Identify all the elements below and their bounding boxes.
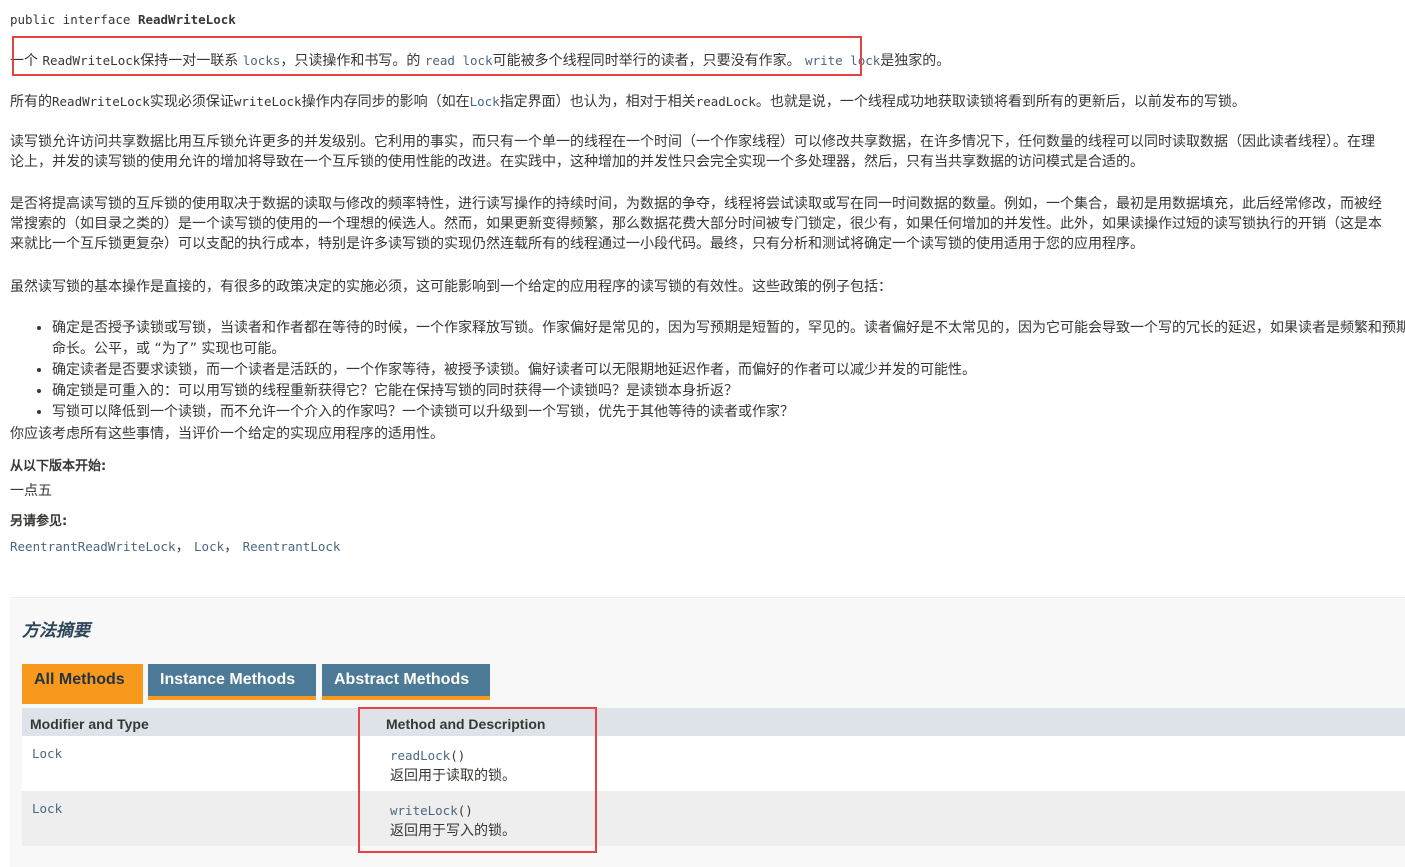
list-item: 确定是否授予读锁或写锁，当读者和作者都在等待的时候，一个作家释放写锁。作家偏好是… (52, 318, 1405, 360)
table-header: Modifier and Type Method and Description (22, 708, 1405, 736)
para2-text-5: 。也就是说，一个线程成功地获取读锁将看到所有的更新后，以前发布的写锁。 (755, 94, 1246, 110)
para2-text-3: 操作内存同步的影响（如在 (301, 94, 470, 110)
method-summary-title: 方法摘要 (22, 621, 90, 641)
intro-text-3: ，只读操作和书写。的 (280, 53, 425, 69)
see-also-separator: ， (224, 539, 239, 555)
method-summary: 方法摘要 All Methods Instance Methods Abstra… (10, 597, 1405, 867)
return-type-link[interactable]: Lock (32, 801, 62, 816)
column-header-method: Method and Description (386, 716, 546, 732)
para2-text-2: 实现必须保证 (149, 94, 234, 110)
method-parens: () (457, 803, 473, 818)
intro-text-1: 一个 (10, 53, 43, 69)
return-type-link[interactable]: Lock (32, 746, 62, 761)
method-description: 返回用于写入的锁。 (390, 823, 516, 839)
table-row: Lock readLock() 返回用于读取的锁。 (22, 736, 1405, 791)
method-cell: writeLock() 返回用于写入的锁。 (390, 801, 516, 841)
link-read-lock[interactable]: read lock (425, 53, 493, 68)
para2-code-readlock: readLock (695, 94, 756, 109)
method-description: 返回用于读取的锁。 (390, 768, 516, 784)
link-reentrantlock[interactable]: ReentrantLock (243, 539, 341, 554)
tab-abstract-methods[interactable]: Abstract Methods (322, 664, 490, 700)
interface-declaration: public interface ReadWriteLock (10, 12, 236, 27)
table-row: Lock writeLock() 返回用于写入的锁。 (22, 791, 1405, 846)
method-link-readlock[interactable]: readLock (390, 748, 450, 763)
see-also-links: ReentrantReadWriteLock， Lock， ReentrantL… (10, 536, 340, 556)
policies-intro-paragraph: 虽然读写锁的基本操作是直接的，有很多的政策决定的实施必须，这可能影响到一个给定的… (10, 279, 892, 295)
intro-text-5: 是独家的。 (880, 53, 951, 69)
concurrency-paragraph: 读写锁允许访问共享数据比用互斥锁允许更多的并发级别。它利用的事实，而只有一个单一… (10, 134, 1375, 170)
para2-code-writelock: writeLock (233, 94, 302, 109)
see-also-heading: 另请参见: (10, 514, 68, 529)
method-parens: () (450, 748, 466, 763)
column-header-modifier: Modifier and Type (30, 716, 149, 732)
list-item: 确定锁是可重入的：可以用写锁的线程重新获得它？它能在保持写锁的同时获得一个读锁吗… (52, 381, 1405, 402)
para2-code-readwritelock: ReadWriteLock (52, 94, 150, 109)
method-cell: readLock() 返回用于读取的锁。 (390, 746, 516, 786)
link-locks[interactable]: locks (243, 53, 281, 68)
para2-text-1: 所有的 (10, 94, 52, 110)
since-heading: 从以下版本开始: (10, 459, 107, 474)
intro-code-readwritelock: ReadWriteLock (42, 53, 141, 68)
closing-paragraph: 你应该考虑所有这些事情，当评价一个给定的实现应用程序的适用性。 (10, 426, 444, 442)
tab-instance-methods[interactable]: Instance Methods (148, 664, 316, 700)
link-lock-inline[interactable]: Lock (470, 94, 500, 109)
interface-name: ReadWriteLock (137, 12, 236, 27)
para2-text-4: 指定界面）也认为，相对于相关 (499, 94, 696, 110)
tab-all-methods[interactable]: All Methods (22, 664, 143, 704)
performance-paragraph: 是否将提高读写锁的互斥锁的使用取决于数据的读取与修改的频率特性，进行读写操作的持… (10, 196, 1382, 252)
see-also-separator: ， (175, 539, 190, 555)
link-write-lock[interactable]: write lock (805, 53, 880, 68)
intro-paragraph: 一个 ReadWriteLock保持一对一联系 locks，只读操作和书写。的 … (10, 51, 1385, 71)
memory-sync-paragraph: 所有的ReadWriteLock实现必须保证writeLock操作内存同步的影响… (10, 92, 1385, 112)
since-value: 一点五 (10, 483, 52, 499)
link-reentrantreadwritelock[interactable]: ReentrantReadWriteLock (10, 539, 176, 554)
declaration-prefix: public interface (10, 12, 138, 27)
link-lock[interactable]: Lock (194, 539, 224, 554)
list-item: 确定读者是否要求读锁，而一个读者是活跃的，一个作家等待，被授予读锁。偏好读者可以… (52, 360, 1405, 381)
policies-list: 确定是否授予读锁或写锁，当读者和作者都在等待的时候，一个作家释放写锁。作家偏好是… (10, 318, 1405, 423)
list-item: 写锁可以降低到一个读锁，而不允许一个介入的作家吗？一个读锁可以升级到一个写锁，优… (52, 402, 1405, 423)
intro-text-2: 保持一对一联系 (140, 53, 243, 69)
intro-text-4: 可能被多个线程同时举行的读者，只要没有作家。 (492, 53, 806, 69)
method-link-writelock[interactable]: writeLock (390, 803, 458, 818)
